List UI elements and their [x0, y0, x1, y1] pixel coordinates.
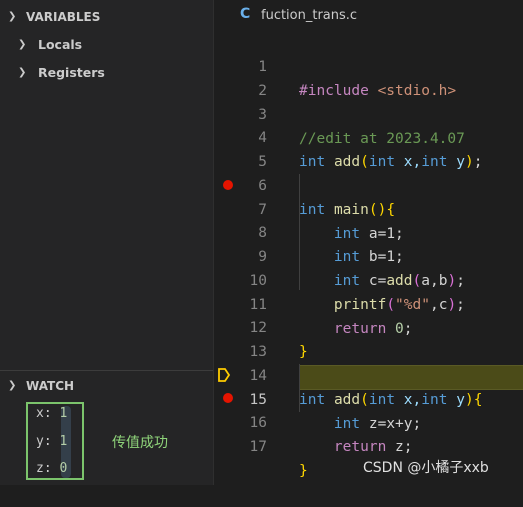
- code-line[interactable]: 9 int c=add(a,b);: [214, 221, 523, 289]
- code-line[interactable]: 10 printf("%d",c);: [214, 245, 523, 313]
- code-line[interactable]: 8 int b=1;: [214, 197, 523, 265]
- code-line[interactable]: 7 int a=1;: [214, 174, 523, 242]
- code-line[interactable]: 5: [214, 126, 523, 170]
- code-token: return: [333, 439, 387, 455]
- code-line[interactable]: 4 int add(int x,int y);: [214, 102, 523, 170]
- editor-tab[interactable]: C fuction_trans.c: [214, 0, 523, 30]
- locals-label: Locals: [38, 37, 83, 52]
- c-file-icon: C: [240, 6, 251, 22]
- code-line[interactable]: 17 }: [214, 411, 523, 479]
- code-line[interactable]: 6 int main(){: [214, 150, 523, 218]
- variables-section-header[interactable]: ❯ VARIABLES: [0, 6, 213, 28]
- code-line[interactable]: 1 #include <stdio.h>: [214, 31, 523, 99]
- line-number: 17: [249, 439, 267, 455]
- watch-title: WATCH: [26, 379, 75, 393]
- annotation-text: 传值成功: [112, 435, 168, 451]
- chevron-down-icon: ❯: [8, 11, 17, 22]
- watermark: CSDN @小橘子xxb: [363, 460, 489, 476]
- chevron-right-icon: ❯: [18, 67, 27, 78]
- code-line[interactable]: 13: [214, 316, 523, 360]
- code-line[interactable]: 3 //edit at 2023.4.07: [214, 79, 523, 147]
- chevron-right-icon: ❯: [18, 39, 27, 50]
- tab-filename: fuction_trans.c: [261, 8, 358, 23]
- code-token: }: [299, 463, 308, 479]
- watch-divider: [0, 370, 213, 371]
- code-token: z;: [386, 439, 413, 455]
- annotation-box: [26, 402, 84, 480]
- watch-section-header[interactable]: ❯ WATCH: [0, 375, 213, 397]
- code-line[interactable]: 2: [214, 55, 523, 99]
- variables-title: VARIABLES: [26, 10, 101, 24]
- code-line[interactable]: 12 }: [214, 292, 523, 360]
- chevron-down-icon: ❯: [8, 380, 17, 391]
- code-line[interactable]: 16 return z;: [214, 387, 523, 455]
- code-editor[interactable]: C fuction_trans.c 1 #include <stdio.h> 2…: [214, 0, 523, 485]
- code-line-current[interactable]: 15 int z=x+y;: [214, 364, 523, 432]
- code-line[interactable]: 11 return 0;: [214, 269, 523, 337]
- registers-label: Registers: [38, 65, 105, 80]
- code-line[interactable]: 14 int add(int x,int y){: [214, 340, 523, 408]
- debug-sidebar: ❯ VARIABLES ❯ Locals ❯ Registers ❯ WATCH…: [0, 0, 214, 485]
